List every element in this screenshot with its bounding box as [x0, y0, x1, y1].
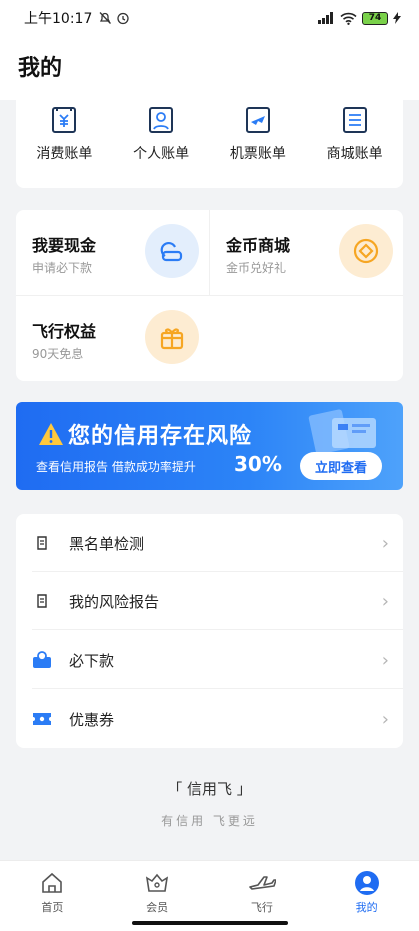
plane-icon [249, 876, 276, 890]
tab-label: 首页 [41, 901, 64, 914]
banner-percent: 30% [234, 452, 282, 476]
coupon-icon [32, 709, 52, 729]
bill-label: 机票账单 [229, 146, 286, 162]
status-bar: 上午10:17 74 [0, 0, 419, 36]
bill-ticket[interactable]: 机票账单 [210, 100, 307, 188]
tab-label: 飞行 [250, 901, 273, 914]
menu-item-blacklist[interactable]: 黑名单检测 › [16, 514, 403, 572]
blacklist-doc-icon [32, 533, 52, 553]
risk-report-icon [32, 591, 52, 611]
menu-label: 我的风险报告 [69, 592, 160, 611]
page-header: 我的 [0, 36, 419, 100]
status-time: 上午10:17 [24, 11, 93, 27]
services-card: 我要现金 申请必下款 金币商城 金币兑好礼 飞行权益 90天免息 [16, 210, 403, 381]
bill-personal[interactable]: 个人账单 [113, 100, 210, 188]
service-coin-mall[interactable]: 金币商城 金币兑好礼 [210, 210, 403, 295]
service-title: 金币商城 [226, 236, 291, 255]
page-title: 我的 [18, 56, 63, 81]
battery-icon: 74 [362, 11, 388, 25]
wifi-icon [340, 12, 357, 25]
profile-icon [354, 871, 379, 895]
bill-label: 个人账单 [133, 146, 190, 162]
home-icon [42, 872, 63, 893]
personal-bill-icon [149, 107, 174, 133]
chevron-right-icon: › [381, 649, 389, 671]
bill-label: 消费账单 [36, 146, 93, 162]
banner-subtitle: 查看信用报告 借款成功率提升 [36, 460, 196, 474]
service-cash[interactable]: 我要现金 申请必下款 [16, 210, 209, 295]
charging-icon [393, 12, 401, 24]
tab-profile[interactable]: 我的 [314, 861, 419, 931]
bill-label: 商城账单 [326, 146, 383, 162]
gift-icon [145, 310, 199, 364]
view-now-button[interactable]: 立即查看 [300, 452, 382, 480]
alarm-icon [117, 12, 130, 25]
tab-home[interactable]: 首页 [0, 861, 105, 931]
chevron-right-icon: › [381, 532, 389, 554]
ticket-bill-icon [245, 107, 270, 133]
loan-icon [32, 650, 52, 670]
tab-label: 我的 [355, 901, 378, 914]
credit-risk-banner[interactable]: 您的信用存在风险 查看信用报告 借款成功率提升 30% 立即查看 [16, 402, 403, 490]
menu-label: 黑名单检测 [69, 534, 145, 553]
bill-consume[interactable]: 消费账单 [16, 100, 113, 188]
signal-icon [318, 12, 333, 24]
coin-icon [339, 224, 393, 278]
warning-icon [39, 423, 63, 445]
menu-item-loan[interactable]: 必下款 › [16, 631, 403, 689]
service-title: 飞行权益 [32, 322, 97, 341]
bill-shortcuts: 消费账单 个人账单 机票账单 商城账单 [16, 100, 403, 188]
service-subtitle: 申请必下款 [32, 261, 93, 275]
menu-item-risk-report[interactable]: 我的风险报告 › [16, 572, 403, 630]
chevron-right-icon: › [381, 590, 389, 612]
service-subtitle: 金币兑好礼 [226, 261, 287, 275]
chevron-right-icon: › [381, 708, 389, 730]
footer-branding: 「 信用飞 」 有信用 飞更远 [0, 778, 419, 829]
tab-label: 会员 [146, 901, 169, 914]
credit-report-illustration-icon [308, 409, 376, 452]
mall-bill-icon [342, 107, 367, 133]
menu-item-coupon[interactable]: 优惠券 › [16, 690, 403, 748]
service-subtitle: 90天免息 [32, 347, 84, 361]
menu-label: 必下款 [69, 651, 115, 670]
consume-bill-icon [52, 107, 77, 133]
cash-icon [145, 224, 199, 278]
service-flight-benefits[interactable]: 飞行权益 90天免息 [16, 296, 209, 381]
banner-headline: 您的信用存在风险 [68, 424, 253, 449]
bill-mall[interactable]: 商城账单 [306, 100, 403, 188]
brand-name: 「 信用飞 」 [167, 780, 252, 798]
service-title: 我要现金 [32, 236, 97, 255]
member-icon [146, 873, 169, 892]
brand-slogan: 有信用 飞更远 [161, 814, 258, 828]
mute-bell-icon [99, 12, 112, 24]
home-indicator [132, 921, 288, 925]
menu-label: 优惠券 [69, 710, 115, 729]
menu-list: 黑名单检测 › 我的风险报告 › 必下款 › 优惠券 › [16, 514, 403, 748]
